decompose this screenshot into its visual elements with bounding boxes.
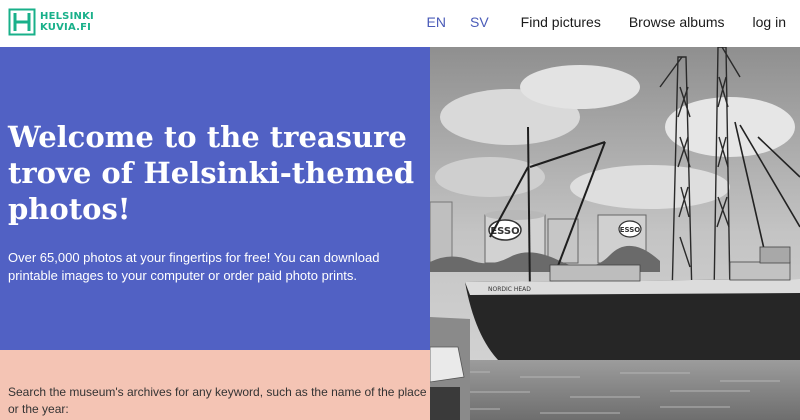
lang-sv-link[interactable]: SV — [470, 14, 489, 30]
ship-name-label: NORDIC HEAD — [488, 286, 531, 293]
logo-wordmark: HELSINKI KUVIA.FI — [40, 11, 94, 33]
hero-subtitle: Over 65,000 photos at your fingertips fo… — [8, 250, 380, 283]
find-pictures-link[interactable]: Find pictures — [521, 14, 601, 30]
lang-en-link[interactable]: EN — [427, 14, 446, 30]
login-link[interactable]: log in — [753, 14, 786, 30]
main-nav: EN SV Find pictures Browse albums log in — [427, 14, 786, 30]
logo-line-2: KUVIA.FI — [40, 22, 92, 33]
browse-albums-link[interactable]: Browse albums — [629, 14, 725, 30]
hero-photo: ESSO ESSO NORDIC HEAD — [430, 47, 800, 420]
site-logo[interactable]: HELSINKI KUVIA.FI — [8, 8, 94, 36]
hero-panel: Welcome to the treasure trove of Helsink… — [0, 47, 430, 350]
esso-label-2: ESSO — [620, 226, 641, 234]
site-header: HELSINKI KUVIA.FI EN SV Find pictures Br… — [0, 0, 800, 47]
hero-title: Welcome to the treasure trove of Helsink… — [8, 120, 415, 226]
search-prompt: Search the museum's archives for any key… — [8, 385, 427, 416]
harbor-photo-illustration: ESSO ESSO NORDIC HEAD — [430, 47, 800, 420]
search-panel: Search the museum's archives for any key… — [0, 350, 430, 420]
logo-line-1: HELSINKI — [40, 11, 94, 22]
helsinki-logo-mark-icon — [8, 8, 36, 36]
